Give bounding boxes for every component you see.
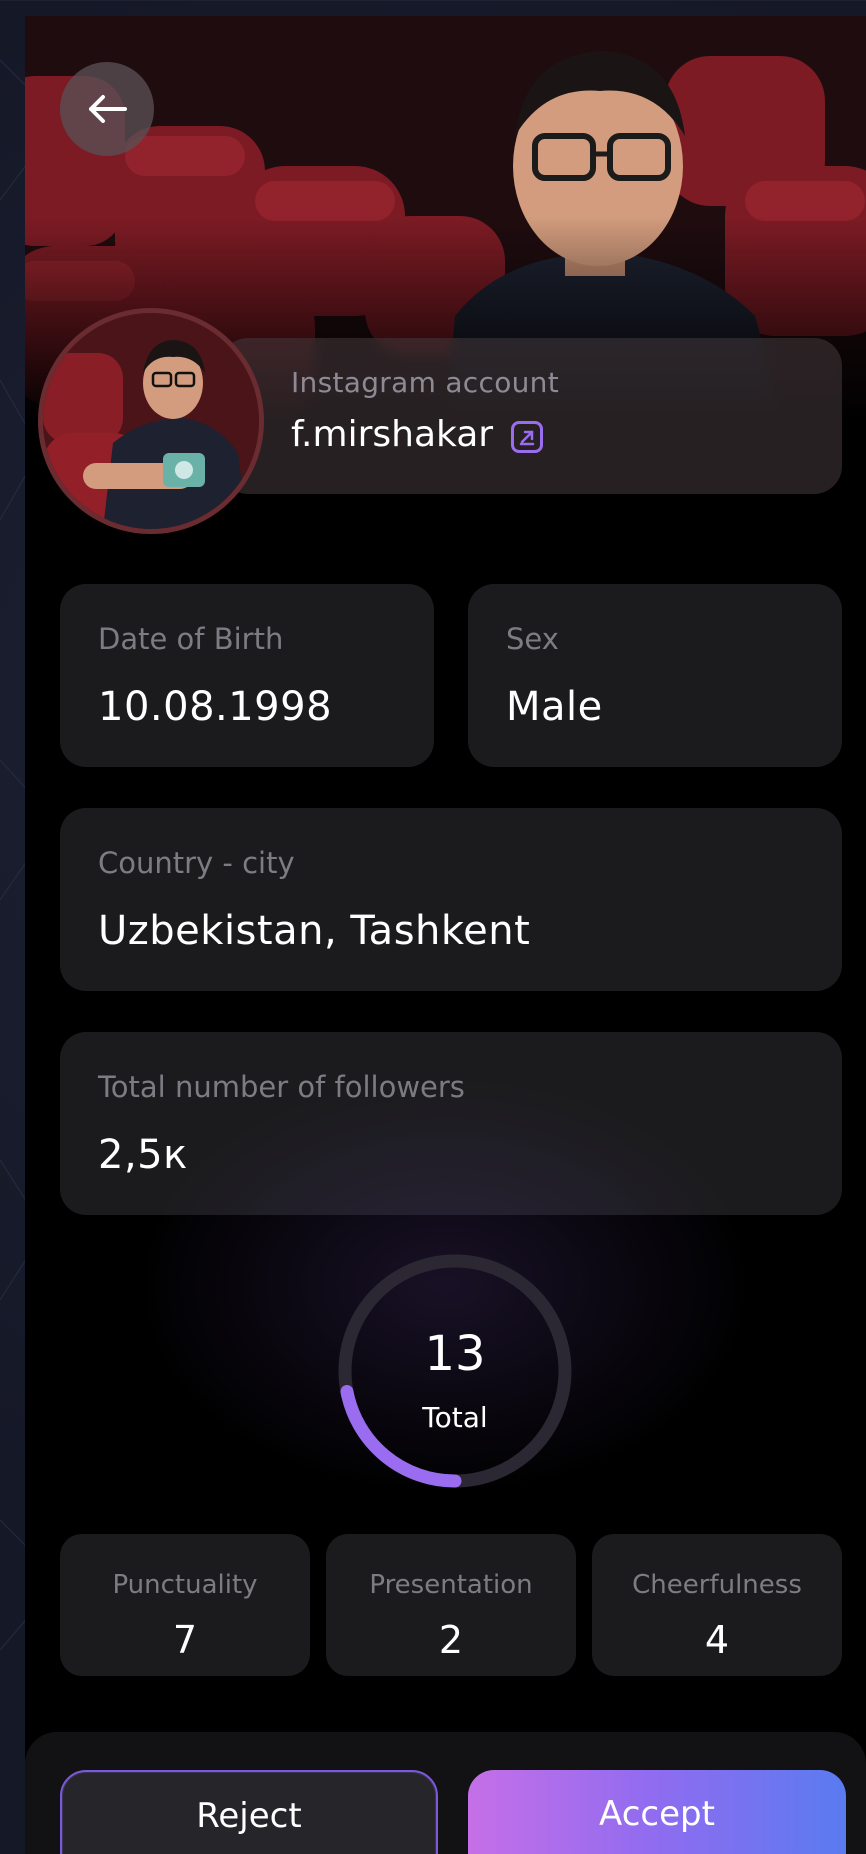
- back-button[interactable]: [60, 62, 154, 156]
- location-label: Country - city: [98, 846, 295, 880]
- accept-button[interactable]: Accept: [468, 1770, 846, 1854]
- date-of-birth-label: Date of Birth: [98, 622, 284, 656]
- profile-avatar: [38, 308, 264, 534]
- accept-button-label: Accept: [599, 1794, 715, 1834]
- rating-cheerfulness: Cheerfulness 4: [592, 1534, 842, 1676]
- sex-card: Sex Male: [468, 584, 842, 767]
- date-of-birth-card: Date of Birth 10.08.1998: [60, 584, 434, 767]
- rating-label: Cheerfulness: [632, 1570, 802, 1600]
- instagram-handle[interactable]: f.mirshakar: [291, 414, 493, 455]
- rating-label: Presentation: [369, 1570, 533, 1600]
- location-value: Uzbekistan, Tashkent: [98, 908, 531, 954]
- reject-button-label: Reject: [196, 1796, 302, 1836]
- rating-value: 4: [704, 1618, 730, 1662]
- total-score-label: Total: [422, 1401, 488, 1434]
- reject-button[interactable]: Reject: [60, 1770, 438, 1854]
- sex-value: Male: [506, 684, 603, 730]
- followers-value: 2,5к: [98, 1132, 188, 1178]
- external-link-icon[interactable]: [511, 420, 544, 453]
- total-score-value: 13: [424, 1326, 486, 1382]
- rating-label: Punctuality: [112, 1570, 258, 1600]
- date-of-birth-value: 10.08.1998: [98, 684, 333, 730]
- instagram-account-label: Instagram account: [291, 366, 559, 399]
- rating-value: 2: [438, 1618, 464, 1662]
- instagram-handle-link[interactable]: f.mirshakar: [291, 414, 544, 455]
- rating-presentation: Presentation 2: [326, 1534, 576, 1676]
- profile-screen: Instagram account f.mirshakar Date of Bi…: [25, 16, 866, 1854]
- rating-value: 7: [172, 1618, 198, 1662]
- rating-punctuality: Punctuality 7: [60, 1534, 310, 1676]
- arrow-left-icon: [89, 95, 127, 123]
- sex-label: Sex: [506, 622, 559, 656]
- location-card: Country - city Uzbekistan, Tashkent: [60, 808, 842, 991]
